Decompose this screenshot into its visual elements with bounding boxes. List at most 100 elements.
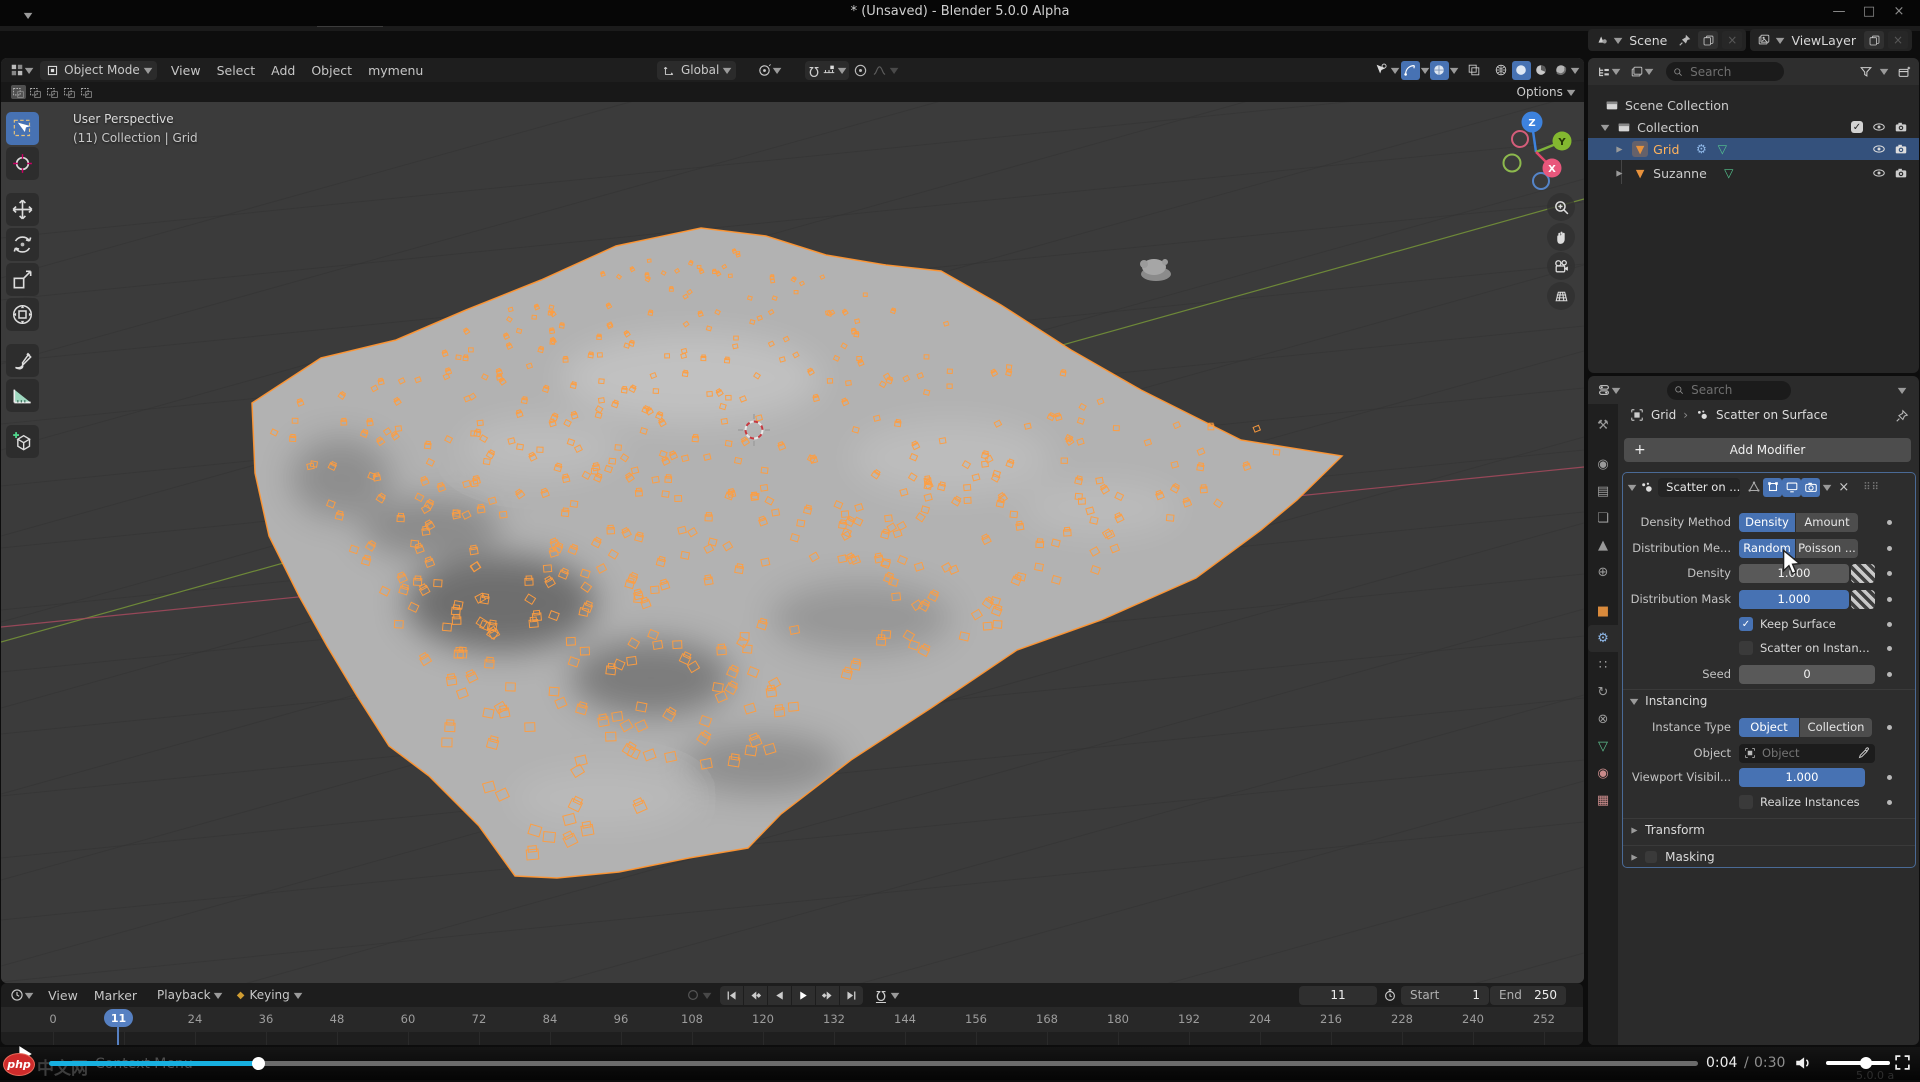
instancing-subpanel-header[interactable]: ▼ Instancing (1623, 689, 1915, 712)
row-label[interactable]: Collection (1637, 120, 1699, 135)
texture-icon[interactable] (1851, 564, 1875, 583)
next-keyframe-button[interactable] (816, 986, 839, 1005)
outliner-row-scene-collection[interactable]: Scene Collection (1588, 94, 1919, 116)
magnet-icon[interactable]: Ω (809, 63, 819, 78)
keying-dropdown[interactable]: ◆ Keying ▼ (231, 988, 307, 1002)
tool-rotate[interactable] (6, 228, 39, 261)
pivot-point-dropdown[interactable]: ▼ (757, 63, 780, 78)
view-layer-selector[interactable]: ▼ ViewLayer × (1750, 29, 1912, 51)
masking-subpanel-header[interactable]: ▼ Masking (1623, 845, 1915, 868)
viewport-menu-object[interactable]: Object (303, 63, 360, 78)
mode-dropdown[interactable]: Object Mode ▼ (40, 61, 157, 80)
texture-icon[interactable] (1851, 590, 1875, 609)
animate-dot[interactable] (1887, 775, 1892, 780)
jump-to-end-button[interactable] (840, 986, 863, 1005)
viewport-menu-add[interactable]: Add (263, 63, 303, 78)
tool-transform[interactable] (6, 298, 39, 331)
animate-dot[interactable] (1887, 800, 1892, 805)
eyedropper-icon[interactable] (1858, 747, 1870, 759)
shading-material-icon[interactable] (1532, 61, 1551, 80)
camera-icon[interactable] (1893, 141, 1909, 157)
keep-surface-checkbox[interactable]: ✓ (1739, 617, 1753, 631)
exclude-checkbox[interactable]: ✓ (1849, 119, 1865, 135)
drag-grip-icon[interactable]: ⠿⠿ (1863, 482, 1880, 493)
breadcrumb-object[interactable]: Grid (1651, 408, 1676, 422)
selectability-icon[interactable] (1371, 61, 1390, 80)
play-reverse-button[interactable] (768, 986, 791, 1005)
volume-knob[interactable] (1860, 1057, 1872, 1069)
camera-icon[interactable] (1893, 165, 1909, 181)
collection-option[interactable]: Collection (1800, 718, 1872, 737)
gizmo-minus-x[interactable] (1512, 131, 1528, 147)
minimize-button[interactable]: — (1828, 3, 1850, 21)
speaker-icon[interactable] (1794, 1054, 1812, 1072)
transform-subpanel-header[interactable]: ▼ Transform (1623, 818, 1915, 841)
playback-dropdown[interactable]: Playback ▼ (151, 988, 227, 1002)
shading-wireframe-icon[interactable] (1492, 61, 1511, 80)
chevron-down-icon[interactable]: ▼ (25, 66, 34, 75)
chevron-right-icon[interactable]: ▼ (1615, 146, 1624, 152)
chevron-down-icon[interactable]: ▼ (838, 66, 847, 75)
animate-dot[interactable] (1887, 520, 1892, 525)
animate-dot[interactable] (1887, 725, 1892, 730)
timeline-menu-view[interactable]: View (40, 988, 86, 1003)
snap-playhead-icon[interactable]: Ω (871, 986, 890, 1005)
ortho-grid-icon[interactable] (1547, 282, 1575, 310)
eye-icon[interactable] (1871, 165, 1887, 181)
tool-scale[interactable] (6, 263, 39, 296)
properties-tab-object-data[interactable]: ▽ (1588, 733, 1618, 760)
properties-tab-output[interactable]: ▤ (1588, 478, 1618, 505)
viewport-menu-mymenu[interactable]: mymenu (360, 63, 431, 78)
pin-icon[interactable] (1675, 31, 1694, 50)
show-in-viewport-icon[interactable] (1782, 478, 1801, 497)
pin-icon[interactable] (1892, 406, 1911, 425)
chevron-down-icon[interactable]: ▼ (25, 991, 34, 1000)
play-button[interactable] (792, 986, 815, 1005)
show-in-edit-mode-icon[interactable] (1763, 478, 1782, 497)
properties-tab-world[interactable]: ⊕ (1588, 559, 1618, 586)
properties-tab-material[interactable]: ◉ (1588, 760, 1618, 787)
chevron-down-icon[interactable]: ▼ (1614, 36, 1623, 45)
chevron-down-icon[interactable]: ▼ (703, 991, 712, 1000)
show-in-render-icon[interactable] (1801, 478, 1820, 497)
stopwatch-icon[interactable] (1380, 986, 1399, 1005)
select-mode-set-icon[interactable] (11, 85, 26, 99)
scene-selector[interactable]: ▼ Scene × (1588, 29, 1746, 51)
realize-instances-checkbox[interactable] (1739, 795, 1753, 809)
chevron-down-icon[interactable]: ▼ (1612, 386, 1621, 395)
animate-dot[interactable] (1887, 571, 1892, 576)
properties-search-input[interactable] (1689, 382, 1784, 398)
chevron-down-icon[interactable]: ▼ (891, 991, 900, 1000)
outliner-row-grid[interactable]: ▼ ▼ Grid ⚙ ▽ (1588, 138, 1919, 160)
timeline-menu-marker[interactable]: Marker (86, 988, 145, 1003)
animate-dot[interactable] (1887, 672, 1892, 677)
show-gizmo-icon[interactable] (1401, 61, 1420, 80)
proportional-editing-controls[interactable]: ▼ (853, 63, 897, 78)
properties-tab-modifiers[interactable]: ⚙ (1588, 625, 1618, 652)
scatter-instances-checkbox[interactable] (1739, 641, 1753, 655)
select-mode-invert-icon[interactable] (62, 85, 77, 99)
tool-cursor[interactable] (6, 147, 39, 180)
chevron-down-icon[interactable]: ▼ (24, 11, 33, 20)
tool-move[interactable] (6, 193, 39, 226)
tool-annotate[interactable] (6, 344, 39, 377)
timeline-tracks[interactable] (1, 1032, 1583, 1045)
animate-dot[interactable] (1887, 546, 1892, 551)
snapping-controls[interactable]: Ω ▼ (805, 61, 849, 80)
properties-search[interactable] (1667, 381, 1791, 400)
editor-type-icon[interactable] (7, 986, 26, 1005)
select-mode-subtract-icon[interactable] (45, 85, 60, 99)
mask-value-slider[interactable]: 1.000 (1739, 590, 1849, 609)
shading-rendered-icon[interactable] (1552, 61, 1571, 80)
eye-icon[interactable] (1871, 141, 1887, 157)
outliner-row-collection[interactable]: ▼ Collection ✓ (1588, 116, 1919, 138)
chevron-down-icon[interactable]: ▼ (1420, 66, 1429, 75)
display-mode-icon[interactable] (1627, 62, 1646, 81)
chevron-down-icon[interactable]: ▼ (1645, 67, 1654, 76)
chevron-down-icon[interactable]: ▼ (1391, 66, 1400, 75)
properties-tab-physics[interactable]: ↻ (1588, 679, 1618, 706)
tool-select-box[interactable] (6, 112, 39, 145)
new-collection-icon[interactable] (1894, 62, 1913, 81)
camera-view-icon[interactable] (1547, 252, 1575, 280)
animate-dot[interactable] (1887, 597, 1892, 602)
